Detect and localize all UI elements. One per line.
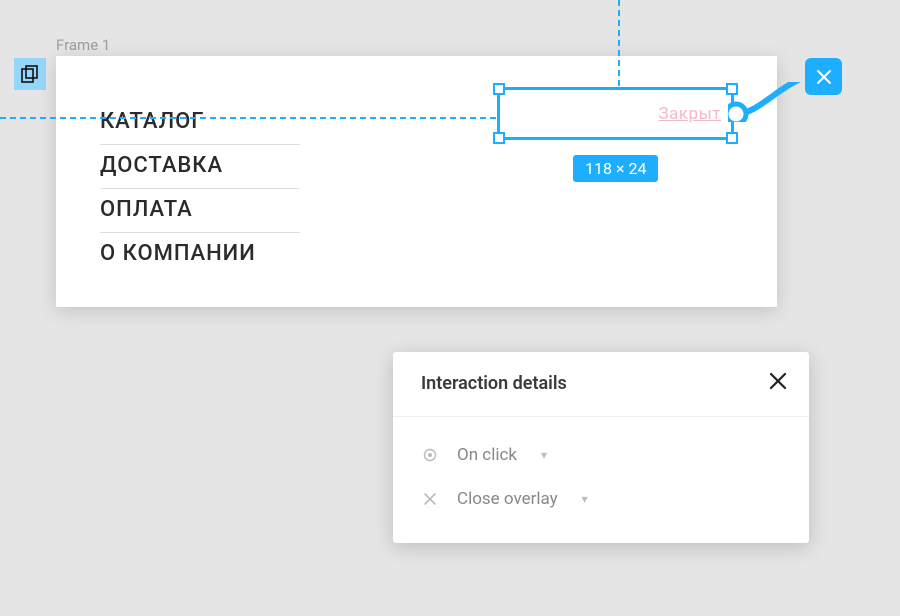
resize-handle-bottom-right[interactable] [726,132,738,144]
action-icon [421,493,439,505]
dimension-badge: 118 × 24 [573,155,658,182]
interaction-trigger-row[interactable]: On click ▾ [421,433,781,477]
panel-header: Interaction details [393,352,809,417]
close-icon [816,69,832,85]
frame-label[interactable]: Frame 1 [56,36,110,54]
prototype-destination-close[interactable] [805,58,842,95]
alignment-guide-vertical [618,0,620,86]
panel-close-button[interactable] [769,372,787,394]
resize-handle-top-right[interactable] [726,83,738,95]
alignment-guide-horizontal [0,117,496,119]
panel-title: Interaction details [421,373,567,394]
trigger-icon [421,448,439,462]
frame-icon[interactable] [14,58,46,90]
chevron-down-icon: ▾ [541,448,547,462]
action-label: Close overlay [457,489,558,509]
chevron-down-icon: ▾ [582,492,588,506]
resize-handle-bottom-left[interactable] [493,132,505,144]
close-link-text[interactable]: Закрыт [659,104,721,124]
menu-item-about[interactable]: О КОМПАНИИ [100,233,300,276]
nav-menu: КАТАЛОГ ДОСТАВКА ОПЛАТА О КОМПАНИИ [100,101,300,276]
close-icon [769,372,787,390]
menu-item-delivery[interactable]: ДОСТАВКА [100,145,300,189]
selection-bounds[interactable]: Закрыт [497,87,734,140]
resize-handle-top-left[interactable] [493,83,505,95]
menu-item-catalog[interactable]: КАТАЛОГ [100,101,300,145]
menu-item-payment[interactable]: ОПЛАТА [100,189,300,233]
interaction-action-row[interactable]: Close overlay ▾ [421,477,781,521]
trigger-label: On click [457,445,517,465]
interaction-details-panel: Interaction details On click ▾ Close ove… [393,352,809,543]
overlay-frame-glyph [21,65,39,83]
